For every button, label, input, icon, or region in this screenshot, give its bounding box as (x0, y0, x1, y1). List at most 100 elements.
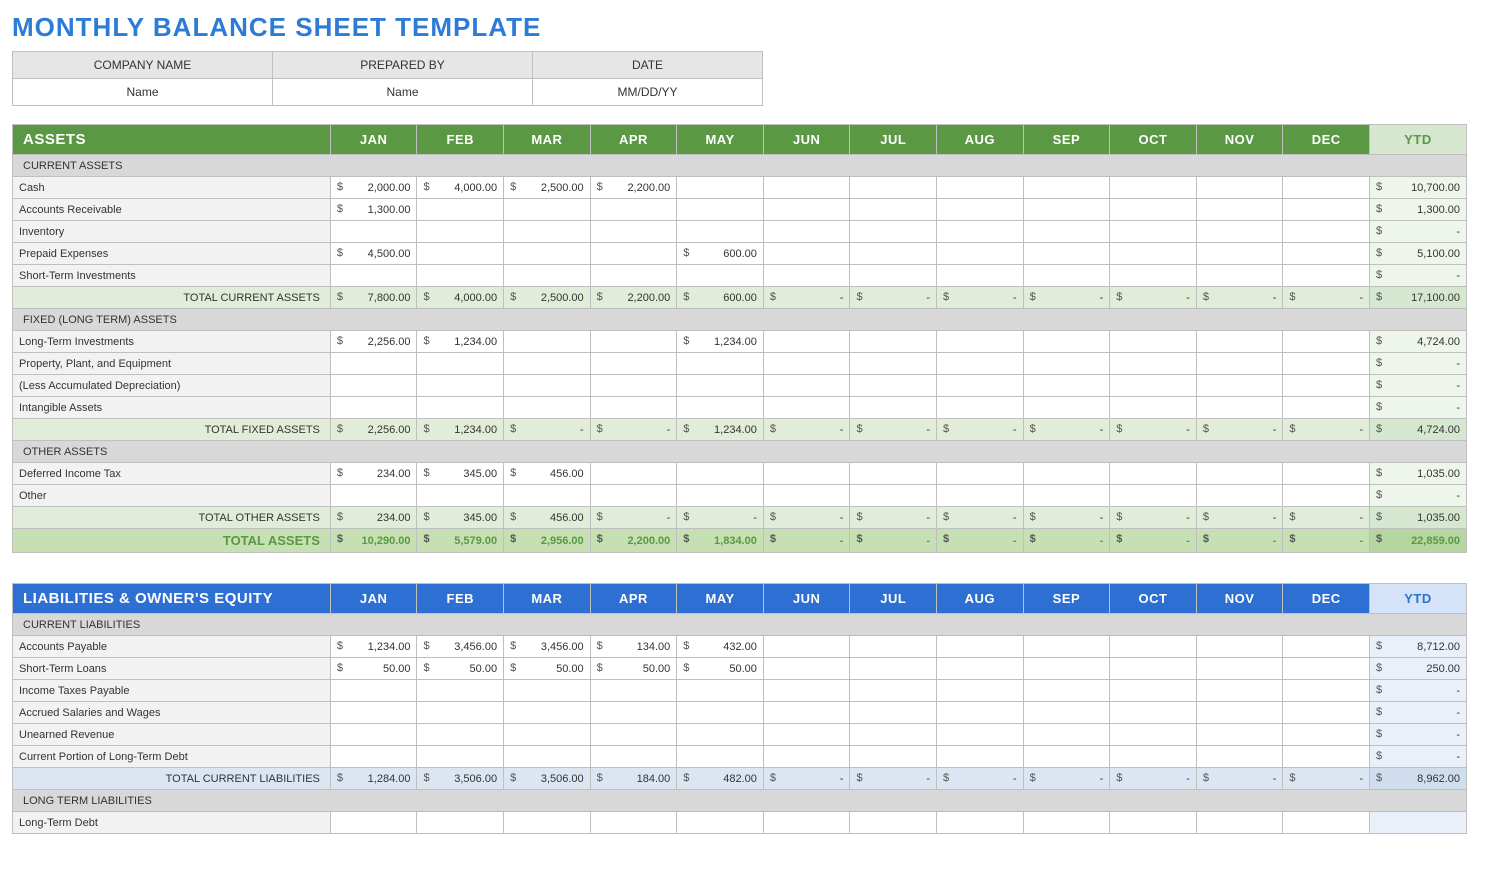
data-cell[interactable] (1196, 658, 1283, 680)
data-cell[interactable] (763, 702, 850, 724)
data-cell[interactable] (850, 746, 937, 768)
data-cell[interactable] (1283, 199, 1370, 221)
data-cell[interactable] (677, 353, 764, 375)
subtotal-cell[interactable]: $- (1283, 287, 1370, 309)
data-cell[interactable] (590, 812, 677, 834)
grand-cell[interactable]: $- (763, 529, 850, 553)
data-cell[interactable] (763, 177, 850, 199)
data-cell[interactable] (330, 812, 417, 834)
info-value-prepared[interactable]: Name (273, 79, 533, 106)
data-cell[interactable]: $432.00 (677, 636, 764, 658)
data-cell[interactable] (504, 221, 591, 243)
data-cell[interactable] (1110, 724, 1197, 746)
data-cell[interactable] (1196, 353, 1283, 375)
data-cell[interactable] (590, 375, 677, 397)
subtotal-cell[interactable]: $4,000.00 (417, 287, 504, 309)
data-cell[interactable] (1283, 463, 1370, 485)
data-cell[interactable] (1023, 680, 1110, 702)
data-cell[interactable] (330, 221, 417, 243)
data-cell[interactable] (1023, 375, 1110, 397)
data-cell[interactable]: $50.00 (677, 658, 764, 680)
data-cell[interactable] (417, 485, 504, 507)
data-cell[interactable] (1283, 658, 1370, 680)
ytd-cell[interactable]: $- (1370, 397, 1467, 419)
data-cell[interactable] (590, 485, 677, 507)
data-cell[interactable] (1196, 265, 1283, 287)
subtotal-cell[interactable]: $- (1023, 419, 1110, 441)
data-cell[interactable] (677, 199, 764, 221)
data-cell[interactable] (763, 397, 850, 419)
data-cell[interactable] (1023, 265, 1110, 287)
data-cell[interactable] (1283, 243, 1370, 265)
subtotal-cell[interactable]: $- (1110, 768, 1197, 790)
data-cell[interactable]: $4,000.00 (417, 177, 504, 199)
data-cell[interactable] (1023, 353, 1110, 375)
data-cell[interactable] (504, 265, 591, 287)
data-cell[interactable] (937, 243, 1024, 265)
data-cell[interactable] (1023, 812, 1110, 834)
data-cell[interactable] (1110, 658, 1197, 680)
data-cell[interactable] (1196, 702, 1283, 724)
data-cell[interactable] (1110, 812, 1197, 834)
data-cell[interactable] (1023, 243, 1110, 265)
grand-cell[interactable]: $- (1110, 529, 1197, 553)
ytd-cell[interactable]: $10,700.00 (1370, 177, 1467, 199)
data-cell[interactable]: $50.00 (590, 658, 677, 680)
data-cell[interactable] (1023, 177, 1110, 199)
data-cell[interactable]: $50.00 (417, 658, 504, 680)
subtotal-cell[interactable]: $3,506.00 (504, 768, 591, 790)
subtotal-cell[interactable]: $- (1196, 419, 1283, 441)
data-cell[interactable] (937, 724, 1024, 746)
subtotal-cell[interactable]: $345.00 (417, 507, 504, 529)
data-cell[interactable] (937, 265, 1024, 287)
data-cell[interactable] (1110, 397, 1197, 419)
data-cell[interactable] (1023, 485, 1110, 507)
data-cell[interactable] (1283, 724, 1370, 746)
data-cell[interactable] (590, 331, 677, 353)
grand-ytd-cell[interactable]: $22,859.00 (1370, 529, 1467, 553)
ytd-cell[interactable]: $- (1370, 724, 1467, 746)
data-cell[interactable] (850, 724, 937, 746)
ytd-cell[interactable]: $4,724.00 (1370, 331, 1467, 353)
data-cell[interactable] (850, 680, 937, 702)
ytd-cell[interactable]: $- (1370, 702, 1467, 724)
data-cell[interactable] (850, 221, 937, 243)
data-cell[interactable] (1196, 746, 1283, 768)
grand-cell[interactable]: $- (1196, 529, 1283, 553)
ytd-cell[interactable]: $- (1370, 353, 1467, 375)
data-cell[interactable] (1110, 746, 1197, 768)
ytd-cell[interactable]: $8,712.00 (1370, 636, 1467, 658)
data-cell[interactable] (417, 353, 504, 375)
data-cell[interactable] (504, 353, 591, 375)
data-cell[interactable] (763, 463, 850, 485)
subtotal-cell[interactable]: $2,500.00 (504, 287, 591, 309)
subtotal-cell[interactable]: $- (1110, 287, 1197, 309)
subtotal-cell[interactable]: $- (1023, 507, 1110, 529)
data-cell[interactable] (417, 702, 504, 724)
data-cell[interactable] (590, 221, 677, 243)
data-cell[interactable] (1110, 485, 1197, 507)
data-cell[interactable] (1110, 243, 1197, 265)
data-cell[interactable] (1023, 724, 1110, 746)
subtotal-cell[interactable]: $- (850, 419, 937, 441)
data-cell[interactable] (937, 658, 1024, 680)
ytd-cell[interactable]: $- (1370, 746, 1467, 768)
data-cell[interactable] (1283, 375, 1370, 397)
data-cell[interactable] (1283, 702, 1370, 724)
subtotal-cell[interactable]: $- (763, 287, 850, 309)
data-cell[interactable] (1283, 636, 1370, 658)
data-cell[interactable] (937, 375, 1024, 397)
data-cell[interactable] (937, 199, 1024, 221)
data-cell[interactable] (763, 724, 850, 746)
data-cell[interactable] (1283, 331, 1370, 353)
data-cell[interactable] (1196, 463, 1283, 485)
data-cell[interactable]: $3,456.00 (504, 636, 591, 658)
data-cell[interactable] (677, 746, 764, 768)
data-cell[interactable] (1196, 812, 1283, 834)
data-cell[interactable] (417, 746, 504, 768)
data-cell[interactable]: $234.00 (330, 463, 417, 485)
grand-cell[interactable]: $- (937, 529, 1024, 553)
data-cell[interactable] (417, 375, 504, 397)
data-cell[interactable] (504, 680, 591, 702)
data-cell[interactable] (1283, 265, 1370, 287)
